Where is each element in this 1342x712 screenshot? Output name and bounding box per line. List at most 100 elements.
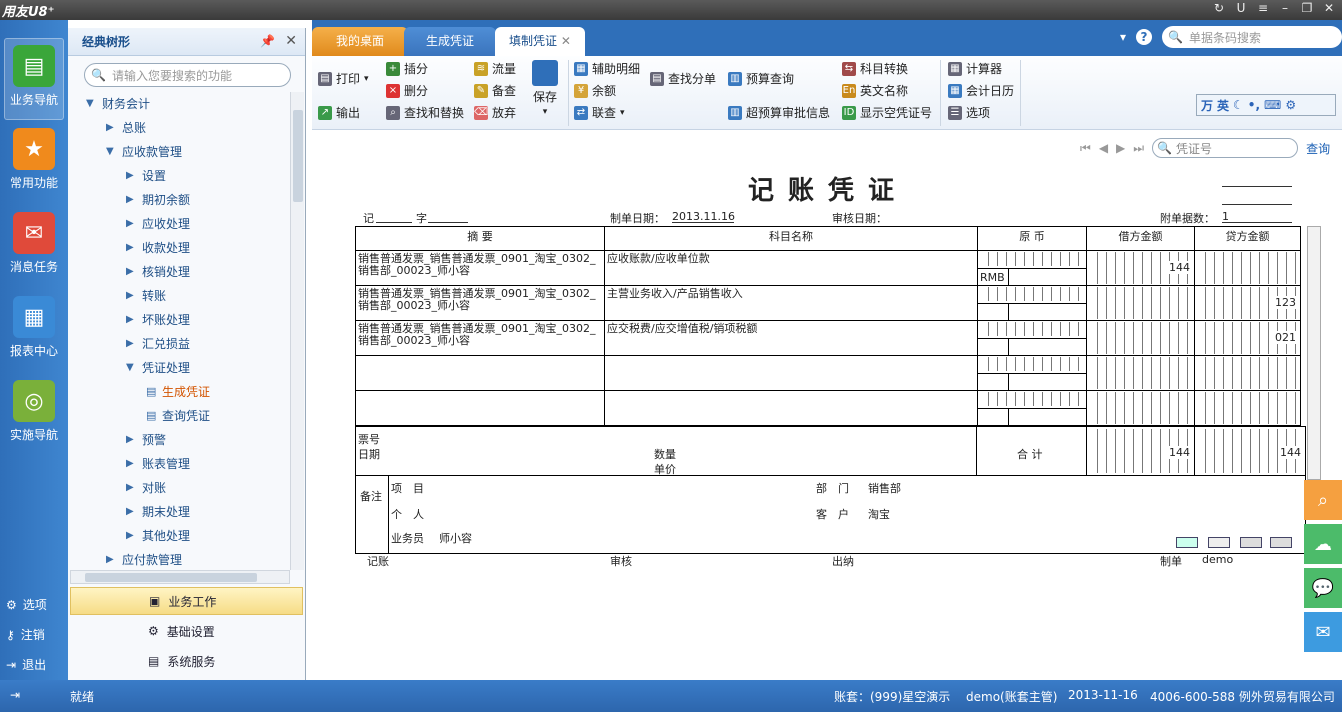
voucher-scrollbar[interactable] — [1307, 226, 1321, 480]
query-link[interactable]: 查询 — [1306, 140, 1330, 157]
chevron-right-icon[interactable]: ▶ — [126, 452, 134, 476]
basic-settings-button[interactable]: ⚙ 基础设置 — [70, 617, 303, 645]
credit-cell[interactable] — [1194, 355, 1301, 391]
budget-query-button[interactable]: ▥ 预算查询 — [728, 70, 794, 87]
collapse-icon[interactable]: ⇥ — [10, 688, 20, 702]
credit-cell[interactable]: 123 — [1194, 285, 1301, 321]
salesman-value[interactable]: 师小容 — [439, 530, 472, 546]
currency-cell[interactable] — [977, 285, 1087, 321]
tree-item[interactable]: ▶ 预警 — [68, 428, 290, 452]
debit-cell[interactable]: 144 — [1086, 250, 1195, 286]
credit-header[interactable]: 贷方金额 — [1194, 226, 1301, 251]
debit-header[interactable]: 借方金额 — [1086, 226, 1195, 251]
insert-entry-button[interactable]: + 插分 — [386, 60, 428, 77]
search-icon[interactable]: ⌕ — [1304, 480, 1342, 520]
chevron-down-icon[interactable]: ▼ — [106, 140, 114, 164]
chevron-right-icon[interactable]: ▶ — [106, 116, 114, 140]
tree-item[interactable]: ▶ 汇兑损益 — [68, 332, 290, 356]
delete-entry-button[interactable]: × 删分 — [386, 82, 428, 99]
credit-cell[interactable] — [1194, 390, 1301, 426]
tree-item[interactable]: ▶ 应付款管理 — [68, 548, 290, 566]
chevron-right-icon[interactable]: ▶ — [126, 308, 134, 332]
chevron-right-icon[interactable]: ▶ — [106, 548, 114, 566]
refresh-icon[interactable]: ↻ — [1210, 1, 1228, 15]
chevron-right-icon[interactable]: ▶ — [126, 164, 134, 188]
currency-cell[interactable]: RMB — [977, 250, 1087, 286]
first-record-icon[interactable]: ⏮ — [1080, 141, 1091, 156]
account-cell[interactable]: 应交税费/应交增值税/销项税额 — [604, 320, 978, 356]
chevron-right-icon[interactable]: ▶ — [126, 284, 134, 308]
minimize-icon[interactable]: – — [1276, 1, 1294, 15]
help-icon[interactable]: ? — [1136, 29, 1152, 45]
nav-business[interactable]: ▤ 业务导航 — [4, 38, 64, 120]
exit-button[interactable]: ⇥ 退出 — [6, 656, 46, 673]
chevron-down-icon[interactable]: ▼ — [126, 356, 134, 380]
close-icon[interactable]: ✕ — [285, 33, 297, 49]
system-service-button[interactable]: ▤ 系统服务 — [70, 647, 303, 675]
function-search-input[interactable]: 🔍 请输入您要搜索的功能 — [84, 63, 291, 87]
prev-record-icon[interactable]: ◀ — [1099, 141, 1108, 155]
memo-button[interactable]: ✎ 备查 — [474, 82, 516, 99]
tree-item[interactable]: ▶ 期初余额 — [68, 188, 290, 212]
currency-cell[interactable] — [977, 355, 1087, 391]
chevron-down-icon[interactable] — [1270, 537, 1292, 548]
next-record-icon[interactable]: ▶ — [1116, 141, 1125, 155]
tree-item[interactable]: ▶ 核销处理 — [68, 260, 290, 284]
debit-cell[interactable] — [1086, 285, 1195, 321]
print-button[interactable]: ▤ 打印 ▾ — [318, 70, 369, 87]
debit-cell[interactable] — [1086, 390, 1195, 426]
chevron-right-icon[interactable]: ▶ — [126, 260, 134, 284]
chevron-down-icon[interactable]: ▾ — [1120, 30, 1126, 44]
tree-item[interactable]: ▼ 凭证处理 — [68, 356, 290, 380]
customer-value[interactable]: 淘宝 — [868, 506, 890, 522]
last-record-icon[interactable]: ⏭ — [1133, 141, 1144, 156]
chevron-right-icon[interactable]: ▶ — [126, 524, 134, 548]
chevron-right-icon[interactable]: ▶ — [126, 332, 134, 356]
options-button[interactable]: ☰ 选项 — [948, 104, 990, 121]
find-replace-button[interactable]: ⌕ 查找和替换 — [386, 104, 464, 121]
card-icon[interactable] — [1208, 537, 1230, 548]
chevron-right-icon[interactable]: ▶ — [126, 476, 134, 500]
save-button[interactable]: 保存 ▾ — [532, 60, 558, 117]
tab-close-icon[interactable]: ✕ — [561, 34, 571, 48]
link-query-button[interactable]: ⇄ 联查 ▾ — [574, 104, 625, 121]
tree-item[interactable]: ▶ 设置 — [68, 164, 290, 188]
currency-cell[interactable] — [977, 390, 1087, 426]
tree-horizontal-scrollbar[interactable] — [70, 570, 290, 584]
account-cell[interactable]: 应收账款/应收单位款 — [604, 250, 978, 286]
summary-cell[interactable]: 销售普通发票_销售普通发票_0901_淘宝_0302_销售部_00023_师小容 — [355, 320, 605, 356]
tree-vertical-scrollbar[interactable] — [290, 92, 304, 570]
tree-item[interactable]: ▶ 收款处理 — [68, 236, 290, 260]
account-cell[interactable] — [604, 355, 978, 391]
tree-item[interactable]: ▶ 应收处理 — [68, 212, 290, 236]
nav-common[interactable]: ★ 常用功能 — [4, 122, 64, 204]
nav-implementation[interactable]: ◎ 实施导航 — [4, 374, 64, 456]
message-icon[interactable]: ✉ — [1304, 612, 1342, 652]
tree-item[interactable]: ▶ 坏账处理 — [68, 308, 290, 332]
currency-header[interactable]: 原 币 — [977, 226, 1087, 251]
voucher-no-search-input[interactable]: 🔍 凭证号 — [1152, 138, 1299, 158]
business-work-button[interactable]: ▣ 业务工作 — [70, 587, 303, 615]
chevron-down-icon[interactable]: ▼ — [86, 92, 94, 116]
restore-icon[interactable]: ❐ — [1298, 1, 1316, 15]
english-name-button[interactable]: En 英文名称 — [842, 82, 908, 99]
tree-item[interactable]: ▶ 账表管理 — [68, 452, 290, 476]
balance-button[interactable]: ¥ 余额 — [574, 82, 616, 99]
summary-cell[interactable] — [355, 355, 605, 391]
currency-cell[interactable] — [977, 320, 1087, 356]
debit-cell[interactable] — [1086, 355, 1195, 391]
over-budget-button[interactable]: ▥ 超预算审批信息 — [728, 104, 830, 121]
nav-reports[interactable]: ▦ 报表中心 — [4, 290, 64, 372]
barcode-search-input[interactable]: 🔍 单据条码搜索 — [1162, 26, 1342, 48]
tree-item[interactable]: ▼ 应收款管理 — [68, 140, 290, 164]
tab-generate-voucher[interactable]: 生成凭证 — [404, 27, 496, 56]
tree-item[interactable]: ▶ 转账 — [68, 284, 290, 308]
bank-icon[interactable] — [1176, 537, 1198, 548]
tab-desktop[interactable]: 我的桌面 — [312, 27, 408, 56]
tree-item[interactable]: ▶ 其他处理 — [68, 524, 290, 548]
summary-cell[interactable] — [355, 390, 605, 426]
dept-value[interactable]: 销售部 — [868, 480, 901, 496]
subject-convert-button[interactable]: ⇆ 科目转换 — [842, 60, 908, 77]
credit-cell[interactable] — [1194, 250, 1301, 286]
account-header[interactable]: 科目名称 — [604, 226, 978, 251]
